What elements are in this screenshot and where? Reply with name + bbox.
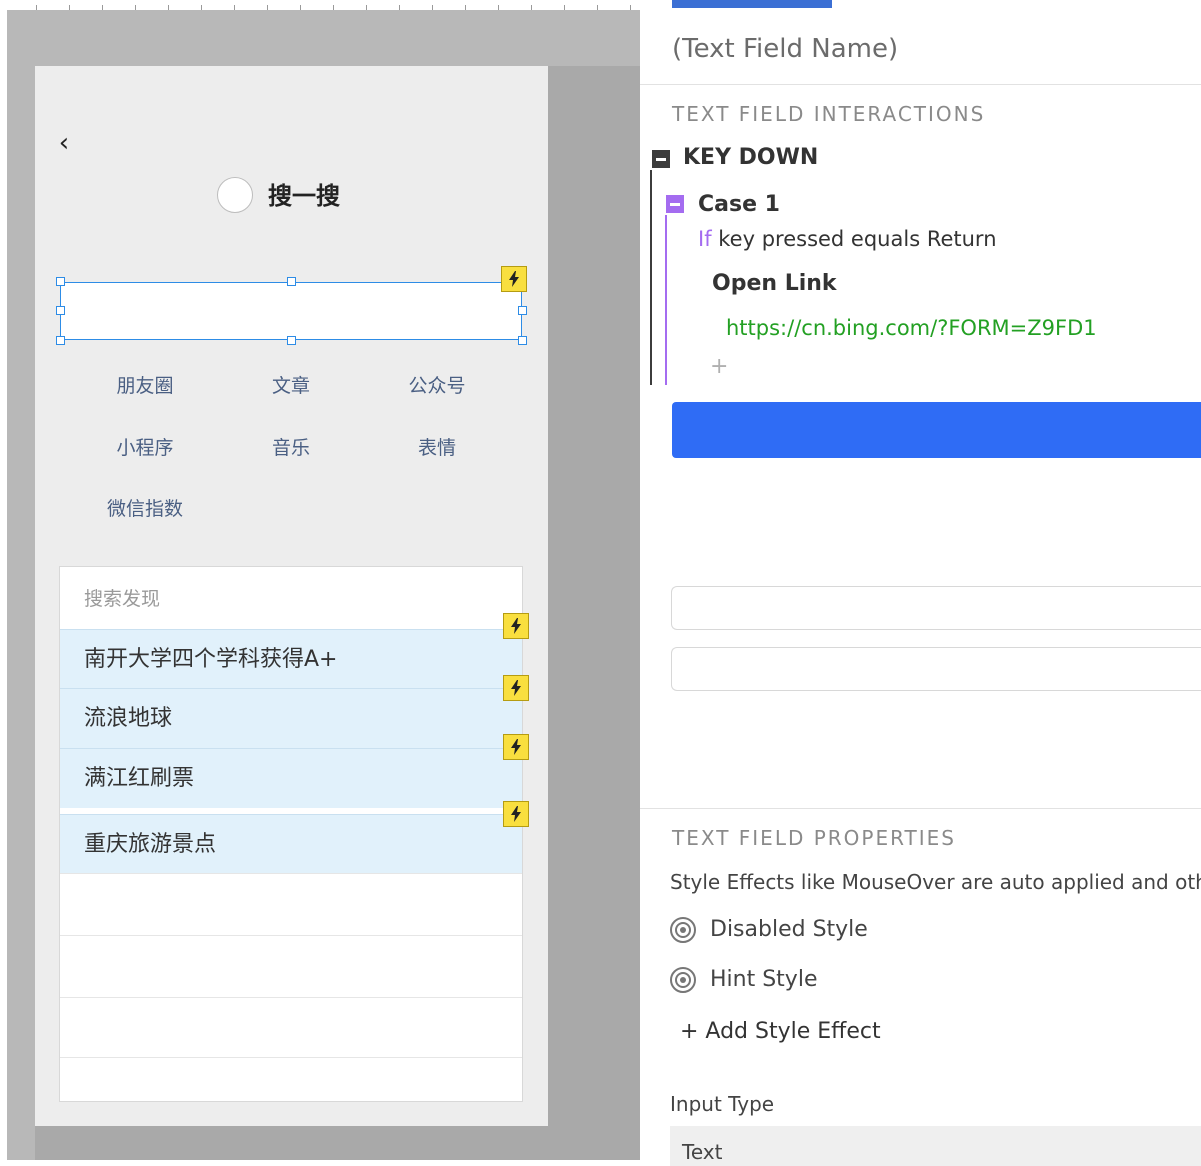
category-articles[interactable]: 文章 bbox=[231, 374, 351, 398]
discover-list: 搜索发现 南开大学四个学科获得A+ 流浪地球 满江红刷票 重庆旅游景点 bbox=[59, 566, 523, 1102]
category-mini-programs[interactable]: 小程序 bbox=[85, 436, 205, 460]
resize-handle-n[interactable] bbox=[287, 277, 296, 286]
logo-circle bbox=[217, 177, 253, 213]
ruler-tick bbox=[465, 5, 466, 10]
empty-row bbox=[60, 997, 522, 1057]
empty-row bbox=[60, 873, 522, 933]
interactions-section-title: TEXT FIELD INTERACTIONS bbox=[672, 102, 986, 126]
search-input[interactable] bbox=[60, 282, 522, 340]
resize-handle-sw[interactable] bbox=[56, 336, 65, 345]
ruler-tick bbox=[102, 5, 103, 10]
resize-handle-nw[interactable] bbox=[56, 277, 65, 286]
ruler-tick bbox=[135, 5, 136, 10]
canvas-left-strip bbox=[0, 10, 7, 1160]
resize-handle-s[interactable] bbox=[287, 336, 296, 345]
ruler-tick bbox=[300, 5, 301, 10]
list-item-label: 南开大学四个学科获得A+ bbox=[84, 647, 338, 672]
case-condition[interactable]: If key pressed equals Return bbox=[698, 225, 997, 253]
resize-handle-w[interactable] bbox=[56, 306, 65, 315]
category-wechat-index[interactable]: 微信指数 bbox=[85, 497, 205, 521]
new-interaction-button[interactable] bbox=[672, 402, 1201, 458]
back-chevron-icon[interactable]: ‹ bbox=[54, 128, 74, 158]
offscreen-area-bottom bbox=[35, 1126, 548, 1160]
empty-row bbox=[60, 935, 522, 995]
offscreen-area bbox=[548, 66, 640, 1160]
event-tree-line bbox=[650, 170, 652, 385]
action-open-link[interactable]: Open Link bbox=[712, 270, 837, 298]
category-official-accounts[interactable]: 公众号 bbox=[377, 374, 497, 398]
blank-field[interactable] bbox=[671, 586, 1201, 630]
inspector-panel: (Text Field Name) TEXT FIELD INTERACTION… bbox=[640, 0, 1201, 1166]
action-url[interactable]: https://cn.bing.com/?FORM=Z9FD1 bbox=[726, 314, 1097, 342]
style-effect-icon bbox=[670, 917, 696, 943]
collapse-event-icon[interactable] bbox=[652, 150, 670, 168]
canvas-ruler bbox=[0, 0, 640, 10]
blank-field[interactable] bbox=[671, 647, 1201, 691]
category-moments[interactable]: 朋友圈 bbox=[85, 374, 205, 398]
lightning-bolt-icon[interactable] bbox=[503, 801, 529, 827]
ruler-tick bbox=[432, 5, 433, 10]
resize-handle-se[interactable] bbox=[518, 336, 527, 345]
style-effect-icon bbox=[670, 967, 696, 993]
list-item[interactable]: 满江红刷票 bbox=[60, 748, 522, 808]
condition-text: key pressed equals Return bbox=[711, 227, 997, 251]
resize-handle-e[interactable] bbox=[518, 306, 527, 315]
list-item-label: 满江红刷票 bbox=[84, 766, 195, 791]
divider bbox=[640, 84, 1201, 85]
list-item[interactable]: 重庆旅游景点 bbox=[60, 814, 522, 874]
ruler-tick bbox=[333, 5, 334, 10]
page-title: 搜一搜 bbox=[268, 182, 340, 210]
ruler-tick bbox=[597, 5, 598, 10]
ruler-tick bbox=[69, 5, 70, 10]
list-item[interactable]: 南开大学四个学科获得A+ bbox=[60, 629, 522, 689]
discover-header: 搜索发现 bbox=[84, 588, 161, 610]
ruler-tick bbox=[234, 5, 235, 10]
input-type-label: Input Type bbox=[670, 1092, 775, 1116]
case-label[interactable]: Case 1 bbox=[698, 191, 780, 219]
disabled-style-label: Disabled Style bbox=[710, 917, 868, 942]
properties-description: Style Effects like MouseOver are auto ap… bbox=[670, 870, 1201, 894]
ruler-tick bbox=[630, 5, 631, 10]
add-action-button[interactable]: + bbox=[710, 354, 728, 380]
properties-section-title: TEXT FIELD PROPERTIES bbox=[672, 826, 957, 850]
lightning-bolt-icon[interactable] bbox=[503, 613, 529, 639]
empty-row bbox=[60, 1057, 522, 1101]
divider bbox=[640, 808, 1201, 809]
ruler-tick bbox=[564, 5, 565, 10]
ruler-tick bbox=[168, 5, 169, 10]
list-item-label: 流浪地球 bbox=[84, 706, 173, 731]
ruler-tick bbox=[399, 5, 400, 10]
widget-name-field[interactable]: (Text Field Name) bbox=[672, 32, 898, 66]
ruler-tick bbox=[531, 5, 532, 10]
lightning-bolt-icon[interactable] bbox=[501, 266, 527, 292]
panel-top-accent bbox=[672, 0, 832, 8]
design-canvas[interactable]: ‹ 搜一搜 朋友圈 文章 公众号 小程序 音乐 表情 微信指数 搜索发现 南开大… bbox=[0, 0, 640, 1160]
lightning-bolt-icon[interactable] bbox=[503, 734, 529, 760]
ruler-tick bbox=[366, 5, 367, 10]
collapse-case-icon[interactable] bbox=[666, 195, 684, 213]
list-item-label: 重庆旅游景点 bbox=[84, 832, 217, 857]
ruler-tick bbox=[36, 5, 37, 10]
ruler-tick bbox=[498, 5, 499, 10]
list-item[interactable]: 流浪地球 bbox=[60, 688, 522, 748]
hint-style-label: Hint Style bbox=[710, 967, 818, 992]
ruler-tick bbox=[267, 5, 268, 10]
event-key-down[interactable]: KEY DOWN bbox=[683, 144, 818, 172]
category-stickers[interactable]: 表情 bbox=[377, 436, 497, 460]
add-style-effect-button[interactable]: + Add Style Effect bbox=[680, 1017, 881, 1047]
input-type-select[interactable]: Text bbox=[670, 1126, 1201, 1166]
category-music[interactable]: 音乐 bbox=[231, 436, 351, 460]
input-type-value: Text bbox=[682, 1140, 723, 1164]
condition-if-keyword: If bbox=[698, 227, 712, 251]
lightning-bolt-icon[interactable] bbox=[503, 675, 529, 701]
ruler-tick bbox=[201, 5, 202, 10]
case-tree-line bbox=[665, 215, 667, 385]
